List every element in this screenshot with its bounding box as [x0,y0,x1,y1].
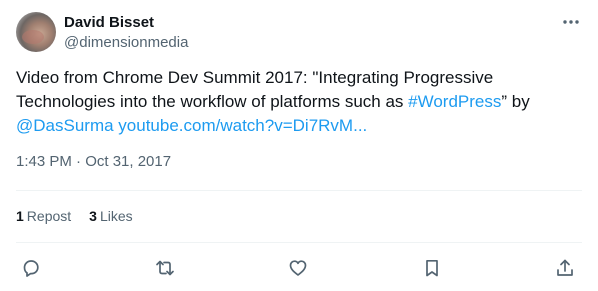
author-display-name[interactable]: David Bisset [64,13,188,32]
reposts-count: 1 [16,208,24,224]
hashtag-link[interactable]: #WordPress [408,92,501,111]
reply-button[interactable] [20,257,42,279]
more-options-button[interactable] [560,12,582,32]
more-horizontal-icon [562,19,580,25]
author-names: David Bisset @dimensionmedia [64,13,188,53]
bookmark-icon [422,258,442,278]
tweet-text: Video from Chrome Dev Summit 2017: "Inte… [16,66,582,138]
tweet-timestamp[interactable]: 1:43 PM · Oct 31, 2017 [16,152,171,172]
likes-count: 3 [89,208,97,224]
reposts-stat[interactable]: 1 Repost [16,206,71,226]
share-button[interactable] [554,257,576,279]
avatar[interactable] [16,12,56,52]
mention-link[interactable]: @DasSurma [16,116,114,135]
tweet-stats: 1 Repost 3 Likes [16,206,133,226]
tweet-header: David Bisset @dimensionmedia [16,12,582,52]
share-icon [555,258,575,278]
repost-icon [155,258,175,278]
like-button[interactable] [287,257,309,279]
divider [16,242,582,243]
reposts-label: Repost [26,208,72,224]
like-icon [288,258,308,278]
divider [16,190,582,191]
repost-button[interactable] [154,257,176,279]
tweet-actions [20,257,576,279]
bookmark-button[interactable] [421,257,443,279]
url-link[interactable]: youtube.com/watch?v=Di7RvM... [118,116,367,135]
reply-icon [21,258,41,278]
tweet-text-part: ” by [501,92,535,111]
likes-label: Likes [99,208,133,224]
likes-stat[interactable]: 3 Likes [89,206,132,226]
author-handle[interactable]: @dimensionmedia [64,33,188,53]
